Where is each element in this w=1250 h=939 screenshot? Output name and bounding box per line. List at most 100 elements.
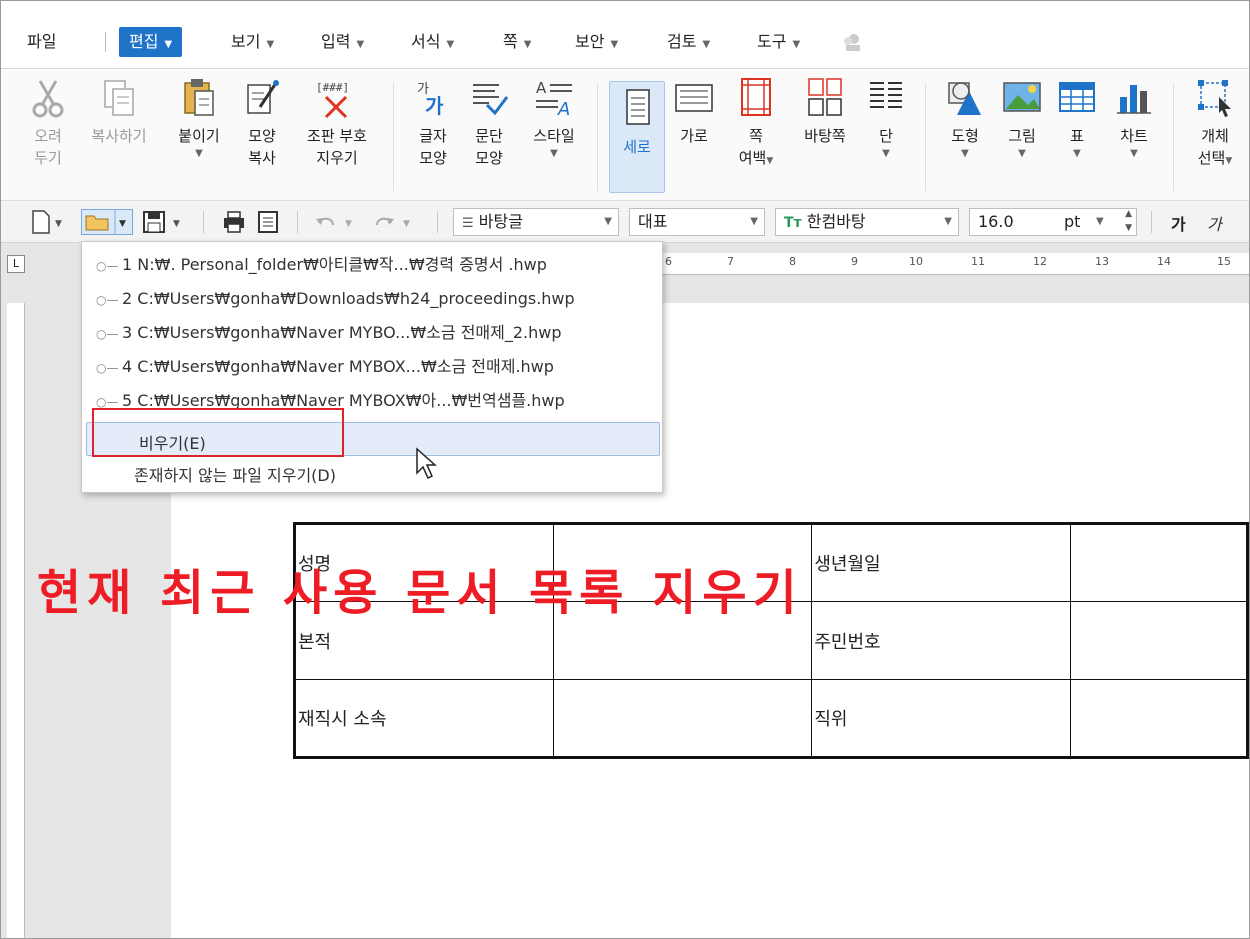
recent-file-item[interactable]: ○— 3 C:₩Users₩gonha₩Naver MYBO...₩소금 전매제_… [96,318,562,348]
undo-icon[interactable]: ▼ [313,209,359,235]
svg-text:A: A [557,99,570,119]
clear-marks-icon: [###] [316,81,349,119]
folder-open-icon: ▼ [85,210,126,234]
menu-view[interactable]: 보기 ▼ [231,27,274,57]
remove-missing-files-item[interactable]: 존재하지 않는 파일 지우기(D) [134,462,336,486]
clear-marks-button[interactable]: [###] 조판 부호 지우기 [297,77,377,169]
ruler-number: 12 [1033,255,1047,268]
master-page-icon [808,78,842,116]
font-size-input[interactable]: 16.0 pt ▼ ▲ ▼ [969,208,1137,236]
menu-insert[interactable]: 입력 ▼ [321,27,364,57]
master-page-button[interactable]: 바탕쪽 [793,77,857,147]
font-select[interactable]: Tт 한컴바탕 ▼ [775,208,959,236]
picture-button[interactable]: 그림 ▼ [999,77,1045,161]
ribbon-divider [393,83,394,191]
open-file-button[interactable]: ▼ [81,209,133,235]
style-select[interactable]: ☰ 바탕글 ▼ [453,208,619,236]
pin-icon[interactable]: ○— [96,285,122,315]
chevron-down-icon: ▼ [1018,148,1026,159]
save-icon[interactable]: ▼ [141,209,187,235]
table-cell[interactable] [1069,523,1249,602]
char-shape-label-2: 모양 [419,149,447,167]
style-button[interactable]: AA 스타일 ▼ [525,77,583,161]
tab-stop-selector[interactable]: L [7,255,25,273]
table-cell[interactable]: 생년월일 [811,523,1071,602]
menu-format[interactable]: 서식 ▼ [411,27,454,57]
table-cell[interactable] [553,679,813,758]
recent-file-item[interactable]: ○— 4 C:₩Users₩gonha₩Naver MYBOX...₩소금 전매제… [96,352,554,382]
chevron-down-icon: ▼ [1073,148,1081,159]
columns-button[interactable]: 단 ▼ [863,77,909,161]
language-select[interactable]: 대표 ▼ [629,208,765,236]
menu-file[interactable]: 파일 [27,27,56,57]
table-button[interactable]: 표 ▼ [1057,77,1097,161]
svg-text:▼: ▼ [403,219,410,229]
svg-text:[###]: [###] [316,81,349,94]
print-icon[interactable] [221,209,247,235]
ribbon-divider [925,83,926,191]
recent-file-item[interactable]: ○— 2 C:₩Users₩gonha₩Downloads₩h24_proceed… [96,284,575,314]
pin-icon[interactable]: ○— [96,353,122,383]
table-cell[interactable] [1069,679,1249,758]
menu-review[interactable]: 검토 ▼ [667,27,710,57]
vertical-ruler[interactable] [7,303,25,938]
menu-page[interactable]: 쪽 ▼ [503,27,531,57]
recent-file-item[interactable]: ○— 1 N:₩. Personal_folder₩아티클₩작...₩경력 증명서… [96,250,547,280]
chevron-down-icon: ▼ [1096,216,1104,227]
select-object-icon [1198,80,1231,117]
new-document-icon[interactable]: ▼ [29,209,67,235]
cut-button[interactable]: 오려 두기 [23,77,73,169]
user-icon[interactable] [841,31,863,53]
language-select-value: 대표 [638,212,668,231]
cut-label: 오려 [34,127,62,145]
ruler-number: 9 [851,255,858,268]
format-copy-button[interactable]: 모양 복사 [237,77,287,169]
menu-edit[interactable]: 편집 ▼ [119,27,183,57]
table-cell[interactable] [1069,601,1249,680]
annotation-caption: 현재 최근 사용 문서 목록 지우기 [37,565,803,621]
char-shape-button[interactable]: 가가 글자 모양 [409,77,457,169]
landscape-button[interactable]: 가로 [671,77,717,147]
paste-button[interactable]: 붙이기 ▼ [167,77,231,161]
columns-label: 단 [879,127,893,145]
spinner-icon[interactable]: ▲ ▼ [1125,207,1132,235]
pin-icon[interactable]: ○— [96,319,122,349]
copy-button[interactable]: 복사하기 [81,77,157,147]
portrait-button[interactable]: 세로 [609,81,665,193]
menu-tools[interactable]: 도구 ▼ [757,27,800,57]
svg-text:A: A [536,79,547,97]
preview-icon[interactable] [255,209,281,235]
bold-button[interactable]: 가 [1171,211,1186,235]
table-cell[interactable]: 재직시 소속 [293,679,555,758]
select-object-button[interactable]: 개체 선택▼ [1187,77,1243,172]
svg-text:▼: ▼ [55,219,62,229]
hwp-window: 파일 편집 ▼ 보기 ▼ 입력 ▼ 서식 ▼ 쪽 ▼ 보안 ▼ 검토 ▼ 도구 ▼ 오려 두기 … [0,0,1250,939]
redo-icon[interactable]: ▼ [371,209,417,235]
font-type-icon: Tт [784,215,802,231]
margin-button[interactable]: 쪽 여백▼ [729,77,783,172]
ribbon: 오려 두기 복사하기 붙이기 ▼ 모양 복사 [###] 조판 부호 지우기 가… [1,69,1249,201]
chevron-down-icon: ▼ [961,148,969,159]
chevron-down-icon: ▼ [164,39,173,50]
master-page-label: 바탕쪽 [804,127,846,145]
select-object-label: 개체 [1201,127,1229,145]
shape-button[interactable]: 도형 ▼ [941,77,989,161]
font-select-value: 한컴바탕 [806,212,866,231]
chart-button[interactable]: 차트 ▼ [1111,77,1157,161]
italic-button[interactable]: 가 [1207,211,1222,235]
chevron-down-icon: ▼ [266,39,275,50]
table-cell[interactable]: 직위 [811,679,1071,758]
chevron-down-icon: ▼ [446,39,455,50]
menu-security[interactable]: 보안 ▼ [575,27,618,57]
mouse-pointer-icon [416,447,437,480]
pin-icon[interactable]: ○— [96,251,122,281]
table-cell[interactable]: 주민번호 [811,601,1071,680]
margin-label: 쪽 [749,127,763,145]
cut-label-2: 두기 [34,149,62,167]
scissors-icon [32,80,64,118]
para-shape-button[interactable]: 문단 모양 [465,77,513,169]
clipboard-icon [184,79,214,116]
toolbar-divider [1151,211,1152,233]
clear-marks-label-2: 지우기 [316,149,358,167]
style-icon: AA [536,79,572,119]
